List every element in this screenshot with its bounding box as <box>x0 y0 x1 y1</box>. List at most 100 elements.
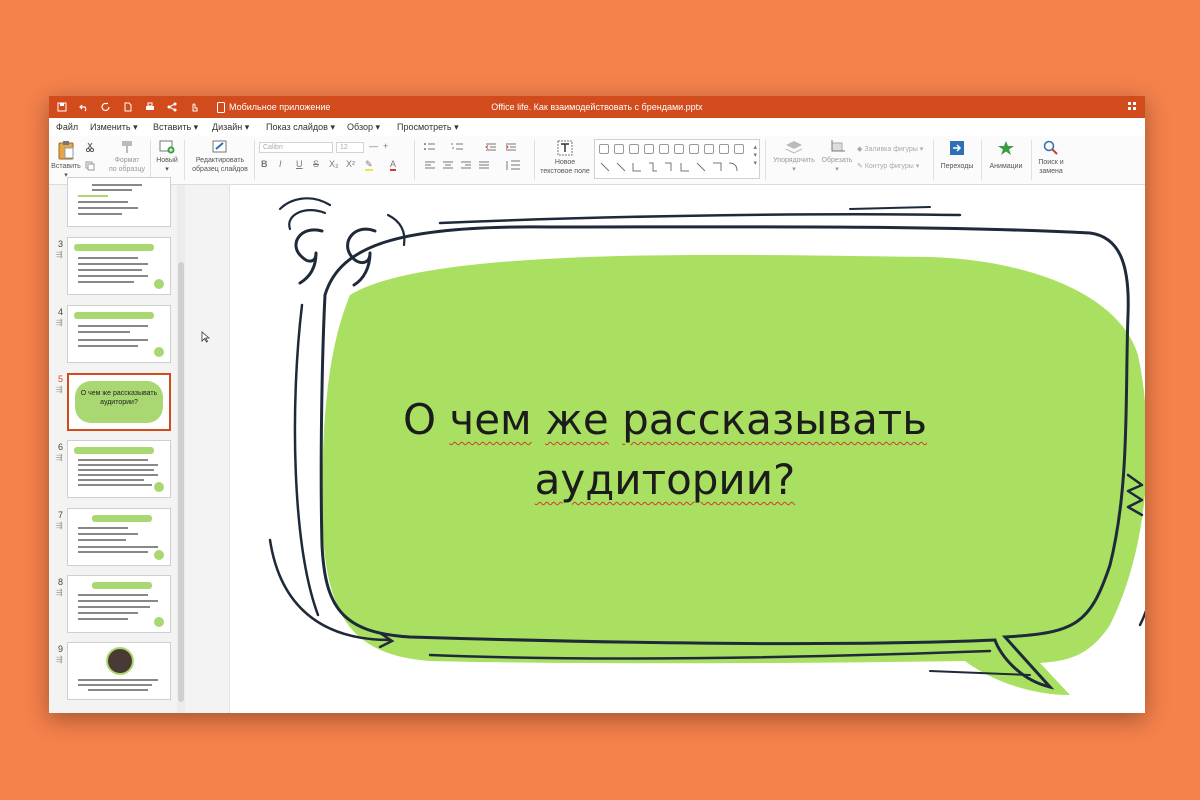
menu-file[interactable]: Файл <box>56 122 78 132</box>
rectangle-shape-icon[interactable] <box>689 144 699 154</box>
bold-icon[interactable]: B <box>261 159 268 169</box>
cut-icon[interactable] <box>85 142 95 154</box>
decrease-indent-icon[interactable] <box>485 142 497 154</box>
layers-icon <box>785 141 803 154</box>
font-size-select[interactable]: 12 <box>336 142 364 153</box>
arrange-button[interactable]: Упорядочить ▾ <box>769 140 819 174</box>
slide-thumbnail[interactable] <box>67 508 171 566</box>
mobile-app-label: Мобильное приложение <box>229 102 331 112</box>
menu-review[interactable]: Обзор ▾ <box>347 122 380 133</box>
bullet-list-icon[interactable] <box>423 142 441 154</box>
align-center-icon[interactable] <box>443 161 453 172</box>
menu-insert[interactable]: Вставить ▾ <box>153 122 198 133</box>
rectangle-shape-icon[interactable] <box>644 144 654 154</box>
font-family-select[interactable]: Calibri <box>259 142 333 153</box>
slide-thumbnail[interactable] <box>67 305 171 363</box>
superscript-icon[interactable]: X² <box>346 159 355 169</box>
paste-button[interactable]: Вставить ▾ <box>51 140 81 180</box>
slide-thumbnail[interactable] <box>67 575 171 633</box>
underline-icon[interactable]: U <box>296 159 303 169</box>
slide-thumbnail[interactable] <box>67 440 171 498</box>
menu-edit[interactable]: Изменить ▾ <box>90 122 138 133</box>
slide-thumbnail-selected[interactable]: О чем же рассказывать аудитории? <box>67 373 171 431</box>
rectangle-shape-icon[interactable] <box>704 144 714 154</box>
increase-indent-icon[interactable] <box>505 142 517 154</box>
slide-thumbnail[interactable] <box>67 177 171 227</box>
crop-button[interactable]: Обрезать ▾ <box>819 140 855 174</box>
slide-canvas[interactable]: О чем же рассказывать аудитории? <box>230 185 1145 713</box>
new-slide-button[interactable]: Новый ▾ <box>153 140 181 174</box>
highlight-icon[interactable]: ✎ <box>365 159 373 171</box>
thumb-title-bar <box>92 515 152 522</box>
paste-label: Вставить <box>51 163 81 170</box>
redo-icon[interactable] <box>99 100 113 114</box>
rectangle-shape-icon[interactable] <box>599 144 609 154</box>
decrease-font-icon[interactable]: — <box>369 141 378 151</box>
thumb-title-bar <box>74 447 154 454</box>
thumb-text-line <box>78 539 126 541</box>
slide-thumbnail[interactable] <box>67 642 171 700</box>
font-color-icon[interactable]: A <box>390 159 397 171</box>
increase-font-icon[interactable]: + <box>383 141 388 151</box>
app-window: Мобильное приложение Office life. Как вз… <box>49 96 1145 713</box>
rectangle-shape-icon[interactable] <box>614 144 624 154</box>
slide-word-spellcheck: рассказывать <box>622 395 928 444</box>
shape-fill-button[interactable]: ◆ Заливка фигуры ▾ <box>857 145 923 153</box>
mobile-app-link[interactable]: Мобильное приложение <box>217 96 330 118</box>
textbox-label-2: текстовое поле <box>540 168 590 175</box>
thumb-text-line <box>78 469 154 471</box>
menu-view[interactable]: Просмотреть ▾ <box>397 122 459 133</box>
thumb-text-line <box>78 527 128 529</box>
slide-thumbnail[interactable] <box>67 237 171 295</box>
thumb-text-line <box>78 325 148 327</box>
share-icon[interactable] <box>165 100 179 114</box>
menu-design[interactable]: Дизайн ▾ <box>212 122 249 133</box>
rectangle-shape-icon[interactable] <box>734 144 744 154</box>
font-size-value: 12 <box>340 144 348 151</box>
find-label-2: замена <box>1039 168 1063 175</box>
new-document-icon[interactable] <box>121 100 135 114</box>
gallery-scroll-icon[interactable]: ▴ ▾ ▾ <box>753 143 757 167</box>
italic-icon[interactable]: I <box>279 159 282 169</box>
slide-title[interactable]: О чем же рассказывать аудитории? <box>320 390 1010 510</box>
rectangle-shape-icon[interactable] <box>659 144 669 154</box>
search-icon <box>1043 140 1058 155</box>
edit-master-button[interactable]: Редактировать образец слайдов <box>189 140 251 174</box>
strikethrough-icon[interactable]: S <box>313 159 319 169</box>
animations-button[interactable]: Анимации <box>985 140 1027 171</box>
transition-indicator-icon: ⇶ <box>56 385 63 394</box>
rectangle-shape-icon[interactable] <box>719 144 729 154</box>
rectangle-shape-icon[interactable] <box>629 144 639 154</box>
new-slide-icon <box>159 140 175 154</box>
new-textbox-button[interactable]: Новое текстовое поле <box>537 140 593 176</box>
thumbnail-scrollbar[interactable] <box>177 185 185 713</box>
shapes-gallery[interactable]: ▴ ▾ ▾ <box>594 139 760 179</box>
thumb-text-line <box>78 213 122 215</box>
copy-icon[interactable] <box>85 161 95 173</box>
touch-mode-icon[interactable] <box>187 100 201 114</box>
thumb-text-line <box>78 684 152 686</box>
save-icon[interactable] <box>55 100 69 114</box>
align-right-icon[interactable] <box>461 161 471 172</box>
numbered-list-icon[interactable] <box>451 142 469 154</box>
transitions-button[interactable]: Переходы <box>937 140 977 171</box>
ribbon-separator <box>1031 140 1032 180</box>
shape-outline-button[interactable]: ✎ Контур фигуры ▾ <box>857 162 919 170</box>
menu-slideshow[interactable]: Показ слайдов ▾ <box>266 122 335 133</box>
rectangle-shape-icon[interactable] <box>674 144 684 154</box>
textbox-label-1: Новое <box>554 159 576 166</box>
print-icon[interactable] <box>143 100 157 114</box>
undo-icon[interactable] <box>77 100 91 114</box>
line-spacing-icon[interactable] <box>505 160 521 173</box>
thumb-title-bar <box>74 244 154 251</box>
justify-icon[interactable] <box>479 161 489 172</box>
thumb-text-line <box>78 195 108 197</box>
format-painter-button[interactable]: Формат по образцу <box>105 140 149 174</box>
maximize-icon[interactable] <box>1127 101 1139 113</box>
thumb-text-line <box>78 345 138 347</box>
subscript-icon[interactable]: X₂ <box>329 159 339 169</box>
find-replace-button[interactable]: Поиск и замена <box>1033 140 1069 176</box>
scrollbar-thumb[interactable] <box>178 262 184 702</box>
align-left-icon[interactable] <box>425 161 435 172</box>
crop-label: Обрезать <box>821 157 853 164</box>
